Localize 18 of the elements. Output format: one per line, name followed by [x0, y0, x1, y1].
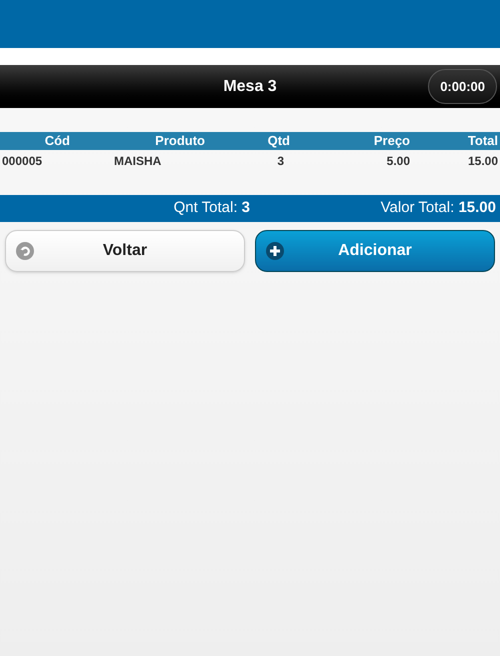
- table-cell-text: 3: [276, 152, 285, 170]
- column-header: Total: [466, 132, 499, 150]
- plus-icon: [266, 242, 284, 260]
- table-cell-text: 000005: [1, 152, 44, 170]
- header-title: Mesa 3: [223, 76, 277, 96]
- table-cell-text: MAISHA: [113, 152, 162, 170]
- quantity-total: Qnt Total: 3: [172, 198, 250, 218]
- table-cell-text: 5.00: [386, 152, 410, 170]
- column-header: Produto: [154, 132, 205, 150]
- column-header: Preço: [372, 132, 410, 150]
- value-total: Valor Total: 15.00: [380, 198, 497, 218]
- column-header: Cód: [44, 132, 70, 150]
- back-button[interactable]: Voltar: [5, 230, 245, 272]
- column-header: Qtd: [266, 132, 290, 150]
- table-cell-text: 15.00: [466, 152, 499, 170]
- back-icon: [16, 242, 34, 260]
- add-button[interactable]: Adicionar: [255, 230, 495, 272]
- timer-button[interactable]: 0:00:00: [428, 69, 497, 104]
